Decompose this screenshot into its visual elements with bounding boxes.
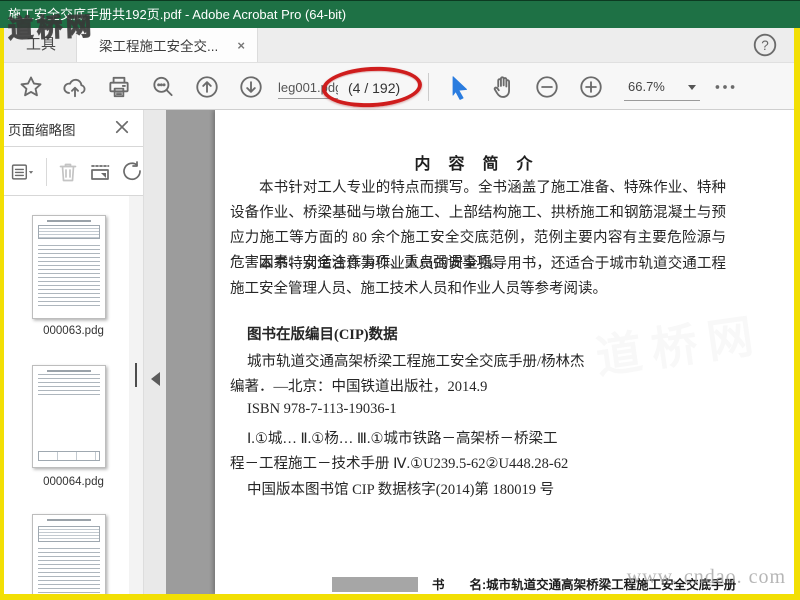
tab-document-label: 梁工程施工安全交...	[99, 39, 219, 54]
plus-circle-icon	[580, 76, 602, 98]
next-page-button[interactable]	[238, 74, 264, 100]
isbn-line: ISBN 978-7-113-19036-1	[247, 401, 397, 417]
content-area: 页面缩略图 000063.pdg 000064.pdg 道桥网 内 容 简 介 …	[4, 110, 794, 594]
search-icon	[153, 76, 173, 97]
cip-heading: 图书在版编目(CIP)数据	[247, 327, 398, 343]
horizontal-scrollbar-thumb[interactable]	[332, 577, 418, 592]
svg-text:?: ?	[761, 38, 769, 53]
zoom-in-button[interactable]	[578, 74, 604, 100]
thumbnail-label: 000064.pdg	[43, 476, 104, 488]
thumbnail-sketch	[47, 519, 91, 522]
thumbnail-sketch	[38, 374, 100, 397]
cip-line: 城市轨道交通高架桥梁工程施工安全交底手册/杨林杰	[247, 354, 585, 370]
thumbnail-sketch	[38, 548, 100, 594]
toolbar-separator	[428, 73, 429, 101]
corner-watermark: 道桥网	[7, 13, 96, 44]
thumbnail-page-next[interactable]	[32, 514, 106, 594]
window-title-bar: 施工安全交底手册共192页.pdf - Adobe Acrobat Pro (6…	[0, 0, 800, 28]
document-viewer: 道桥网 内 容 简 介 本书针对工人专业的特点而撰写。全书涵盖了施工准备、特殊作…	[166, 110, 794, 594]
panel-header: 页面缩略图	[4, 110, 143, 147]
thumbnail-sketch	[38, 525, 100, 543]
panel-close-button[interactable]	[113, 118, 131, 136]
collapse-panel-icon[interactable]	[151, 372, 160, 386]
select-tool-button[interactable]	[446, 74, 472, 100]
cloud-upload-icon	[63, 78, 86, 98]
tab-document[interactable]: 梁工程施工安全交... ×	[76, 28, 258, 62]
classification-line: Ⅰ.①城… Ⅱ.①杨… Ⅲ.①城市铁路－高架桥－桥梁工	[247, 431, 558, 447]
page-thumbnails-panel: 页面缩略图 000063.pdg 000064.pdg	[4, 110, 143, 594]
panel-toolbar-separator	[46, 158, 47, 186]
search-button[interactable]	[150, 74, 176, 100]
acrobat-app: 工具 梁工程施工安全交... × ? leg001.pdg (4 / 192) …	[4, 28, 794, 594]
ghost-watermark: 道桥网	[592, 309, 767, 384]
panel-scrollbar-thumb[interactable]	[135, 363, 137, 387]
thumbnail-page-000063[interactable]	[32, 215, 106, 319]
thumbnail-page-000064[interactable]	[32, 365, 106, 468]
thumbnail-sketch	[47, 219, 91, 222]
thumbnail-label: 000063.pdg	[43, 325, 104, 337]
arrow-down-circle-icon	[240, 76, 262, 98]
cip-line: 编著．—北京：中国铁道出版社，2014.9	[230, 379, 488, 395]
panel-title: 页面缩略图	[8, 123, 76, 138]
ellipsis-icon	[715, 85, 735, 89]
favorites-button[interactable]	[18, 74, 44, 100]
hand-tool-button[interactable]	[490, 74, 516, 100]
hand-icon	[493, 76, 510, 98]
close-icon	[115, 120, 129, 134]
site-watermark: www. cndao. com	[626, 566, 786, 588]
thumbnail-sketch	[47, 369, 91, 372]
print-button[interactable]	[106, 74, 132, 100]
red-circle-annotation	[321, 64, 423, 110]
printer-icon	[109, 76, 129, 98]
chevron-down-icon	[688, 85, 696, 90]
main-toolbar: (4 / 192)	[4, 62, 794, 110]
arrow-up-circle-icon	[196, 76, 218, 98]
more-options-button[interactable]	[712, 74, 738, 100]
cursor-arrow-icon	[452, 76, 468, 100]
rotate-page-button[interactable]	[120, 160, 143, 184]
zoom-level-value: 66.7%	[628, 79, 665, 94]
thumbnail-sketch	[38, 450, 100, 461]
page-split-icon	[91, 165, 110, 180]
panel-toolbar	[4, 148, 143, 196]
application-window: 施工安全交底手册共192页.pdf - Adobe Acrobat Pro (6…	[0, 0, 800, 600]
list-options-icon	[11, 164, 34, 180]
tab-bar: 工具 梁工程施工安全交... × ?	[4, 28, 794, 62]
thumbnail-options-button[interactable]	[10, 160, 34, 184]
rotate-icon	[123, 161, 141, 181]
star-icon	[20, 76, 42, 97]
pdf-page: 道桥网 内 容 简 介 本书针对工人专业的特点而撰写。全书涵盖了施工准备、特殊作…	[215, 110, 794, 594]
classification-line: 程－工程施工－技术手册 Ⅳ.①U239.5-62②U448.28-62	[230, 456, 569, 472]
minus-circle-icon	[536, 76, 558, 98]
zoom-level-dropdown[interactable]: 66.7%	[624, 75, 700, 101]
thumbnail-sketch	[38, 244, 100, 306]
trash-icon	[59, 163, 77, 182]
cip-number-line: 中国版本图书馆 CIP 数据核字(2014)第 180019 号	[247, 482, 555, 498]
panel-scrollbar[interactable]	[129, 196, 143, 594]
help-icon: ?	[753, 33, 777, 57]
panel-divider[interactable]	[143, 110, 166, 594]
share-upload-button[interactable]	[62, 74, 88, 100]
split-pages-button[interactable]	[88, 160, 112, 184]
delete-page-button[interactable]	[56, 160, 80, 184]
thumbnail-sketch	[38, 225, 100, 240]
help-button[interactable]: ?	[752, 32, 778, 58]
tab-close-icon[interactable]: ×	[233, 38, 249, 53]
zoom-out-button[interactable]	[534, 74, 560, 100]
doc-heading: 内 容 简 介	[414, 156, 540, 173]
previous-page-button[interactable]	[194, 74, 220, 100]
doc-paragraph: 本书特别适合作为作业人员的安全指导用书，还适合于城市轨道交通工程施工安全管理人员…	[230, 256, 726, 297]
